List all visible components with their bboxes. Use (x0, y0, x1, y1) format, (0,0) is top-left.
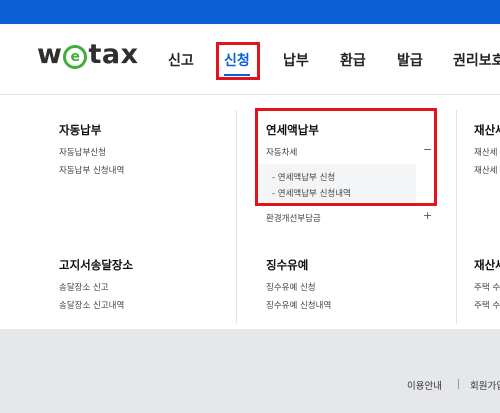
housing-link-2[interactable]: 주택 수 (474, 299, 500, 311)
footer-separator (458, 379, 459, 389)
nav-rights-protection[interactable]: 권리보호 (453, 50, 500, 70)
logo-text-tax: tax (88, 39, 139, 70)
collection-deferral-history-link[interactable]: 징수유예 신청내역 (266, 299, 331, 311)
property-tax-link-1[interactable]: 재산세 (474, 146, 497, 158)
housing-link-1[interactable]: 주택 수 (474, 281, 500, 293)
highlight-nav-apply (216, 42, 260, 80)
delivery-place-history-link[interactable]: 송달장소 신고내역 (59, 299, 124, 311)
auto-payment-apply-link[interactable]: 자동납부신청 (59, 146, 106, 158)
column-divider-2 (456, 110, 457, 324)
nav-issue[interactable]: 발급 (397, 50, 423, 70)
delivery-place-report-link[interactable]: 송달장소 신고 (59, 281, 109, 293)
environment-charge-toggle-label[interactable]: 환경개선부담금 (266, 212, 321, 224)
property-tax-title: 재산세 (474, 123, 500, 137)
collection-deferral-title: 징수유예 (266, 258, 309, 272)
nav-refund[interactable]: 환급 (340, 50, 366, 70)
column-divider-1 (236, 110, 237, 324)
collection-deferral-apply-link[interactable]: 징수유예 신청 (266, 281, 316, 293)
logo-e-icon: e (63, 45, 88, 69)
top-banner-bar (0, 0, 500, 24)
expand-icon[interactable]: + (423, 209, 432, 222)
auto-payment-history-link[interactable]: 자동납부 신청내역 (59, 164, 124, 176)
nav-pay[interactable]: 납부 (283, 50, 309, 70)
footer-usage-guide-link[interactable]: 이용안내 (407, 378, 442, 392)
nav-report[interactable]: 신고 (168, 50, 194, 70)
wetax-logo[interactable]: w e tax (37, 39, 139, 70)
highlight-annual-payment (255, 108, 437, 206)
auto-payment-title: 자동납부 (59, 123, 102, 137)
logo-letter-w: w (37, 39, 63, 70)
delivery-place-title: 고지서송달장소 (59, 258, 134, 272)
property-tax-link-2[interactable]: 재산세 (474, 164, 497, 176)
footer-signup-link[interactable]: 회원가입 (470, 378, 500, 392)
property-tax-title-2: 재산세 (474, 258, 500, 272)
